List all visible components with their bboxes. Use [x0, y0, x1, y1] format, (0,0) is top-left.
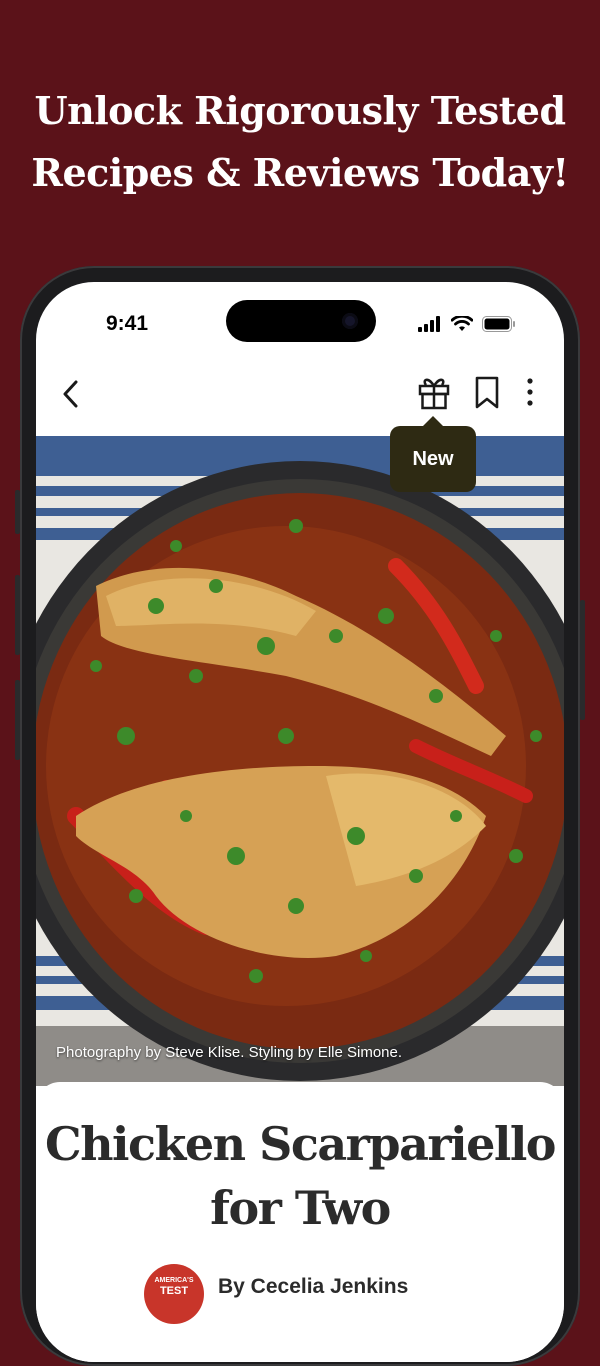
new-feature-tooltip[interactable]: New [390, 416, 476, 492]
recipe-photo-image [36, 436, 564, 1086]
status-icons [418, 316, 516, 332]
promo-headline-line1: Unlock Rigorously Tested [34, 88, 566, 133]
bookmark-icon[interactable] [470, 372, 504, 412]
signal-icon [418, 316, 440, 332]
recipe-title: Chicken Scarpariello for Two [36, 1112, 564, 1240]
logo-text-small: AMERICA'S [154, 1277, 194, 1284]
dynamic-island [226, 300, 376, 342]
promo-headline: Unlock Rigorously Tested Recipes & Revie… [0, 80, 600, 204]
more-vertical-icon[interactable] [518, 372, 542, 412]
photo-credit: Photography by Steve Klise. Styling by E… [56, 1044, 403, 1061]
recipe-card: Chicken Scarpariello for Two AMERICA'S T… [36, 1082, 564, 1362]
gift-icon[interactable] [416, 372, 452, 412]
phone-screen: 9:41 Photography by Steve Klise. Styling… [36, 282, 564, 1362]
recipe-photo [36, 436, 564, 1086]
author-name[interactable]: By Cecelia Jenkins [218, 1275, 408, 1299]
phone-side-button [580, 600, 585, 720]
phone-side-button [15, 490, 20, 534]
phone-side-button [15, 680, 20, 760]
recipe-title-line1: Chicken Scarpariello [45, 1117, 556, 1171]
recipe-title-line2: for Two [210, 1181, 391, 1235]
camera-icon [342, 313, 358, 329]
status-time: 9:41 [106, 312, 149, 335]
navigation-bar [36, 366, 564, 436]
battery-icon [482, 316, 515, 332]
promo-headline-line2: Recipes & Reviews Today! [31, 150, 569, 195]
author-row: AMERICA'S TEST By Cecelia Jenkins [144, 1264, 408, 1324]
americas-test-kitchen-logo: AMERICA'S TEST [144, 1264, 204, 1324]
logo-text-big: TEST [159, 1285, 189, 1297]
phone-side-button [15, 575, 20, 655]
back-chevron-icon[interactable] [58, 374, 90, 414]
wifi-icon [451, 316, 473, 331]
